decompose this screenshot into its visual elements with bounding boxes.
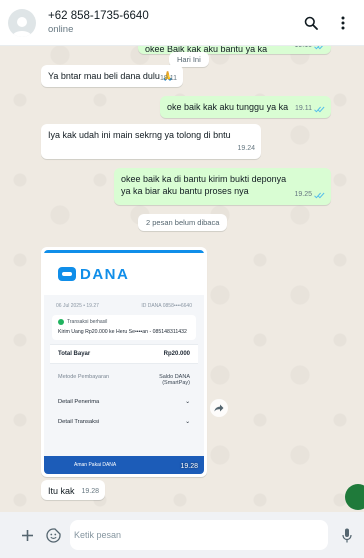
chat-header[interactable]: +62 858-1735-6640 online — [0, 0, 364, 46]
more-vertical-icon — [341, 16, 345, 29]
message-outgoing[interactable]: okee baik ka di bantu kirim bukti depony… — [114, 168, 331, 205]
sticker-icon — [45, 527, 61, 543]
receipt-status-text: Transaksi berhasil — [67, 319, 108, 325]
message-incoming[interactable]: Iya kak udah ini main sekrng ya tolong d… — [41, 124, 261, 159]
receipt-method-sub: (SmartPay) — [162, 380, 190, 386]
message-time: 19.11 — [295, 105, 312, 112]
receipt-detail-transaction: Detail Transaksi ⌄ — [58, 419, 190, 425]
dana-brand: DANA — [80, 265, 130, 283]
composer-bar — [0, 512, 364, 558]
search-button[interactable] — [296, 8, 326, 38]
forward-button[interactable] — [210, 399, 228, 417]
contact-status: online — [48, 24, 74, 35]
message-text: Itu kak — [48, 486, 75, 496]
dana-logo-icon — [58, 267, 76, 281]
read-receipt-icon — [314, 192, 325, 199]
message-time: 19.24 — [237, 145, 255, 152]
success-check-icon — [58, 319, 64, 325]
receipt-date: 06 Jul 2025 • 19.27 — [56, 303, 99, 309]
receipt-screenshot[interactable]: DANA 06 Jul 2025 • 19.27 ID DANA 0858•••… — [44, 250, 204, 474]
message-incoming[interactable]: Itu kak 19.28 — [41, 480, 105, 500]
message-input-wrapper[interactable] — [70, 520, 328, 550]
message-time: 19.28 — [81, 488, 99, 495]
contact-info[interactable]: +62 858-1735-6640 online — [48, 9, 296, 36]
receipt-meta: 06 Jul 2025 • 19.27 ID DANA 0858••••6640 — [44, 295, 204, 313]
image-message[interactable]: DANA 06 Jul 2025 • 19.27 ID DANA 0858•••… — [41, 247, 207, 477]
receipt-total-value: Rp20.000 — [163, 351, 190, 357]
receipt-method-label: Metode Pembayaran — [58, 374, 110, 380]
message-meta: 19.28 — [81, 486, 99, 498]
message-list[interactable]: okee Baik kak aku bantu ya ka 19.10 Hari… — [0, 36, 364, 512]
avatar[interactable] — [8, 8, 36, 37]
default-avatar-icon — [12, 16, 32, 37]
sticker-button[interactable] — [40, 522, 66, 548]
search-icon — [304, 16, 318, 30]
microphone-icon — [342, 528, 352, 542]
receipt-description: Kirim Uang Rp20.000 ke Heru Se••••an - 0… — [58, 329, 187, 335]
message-meta: 19.24 — [237, 143, 255, 155]
receipt-status-box: Transaksi berhasil Kirim Uang Rp20.000 k… — [52, 315, 196, 340]
message-time: 19.28 — [180, 463, 198, 470]
unread-messages-banner: 2 pesan belum dibaca — [138, 214, 228, 231]
contact-name: +62 858-1735-6640 — [48, 10, 149, 22]
receipt-status: Transaksi berhasil — [58, 319, 190, 325]
message-text: Ya bntar mau beli dana dulu 🙏 — [48, 71, 174, 81]
message-meta: 19.25 — [294, 189, 325, 201]
voice-message-button[interactable] — [334, 522, 360, 548]
message-text: oke baik kak aku tunggu ya ka — [167, 102, 289, 112]
message-text: okee baik ka di bantu kirim bukti depony… — [121, 174, 287, 196]
attach-button[interactable] — [14, 522, 40, 548]
floating-action-button[interactable] — [345, 484, 364, 510]
dana-header: DANA — [44, 250, 204, 295]
message-meta: 19.11 — [295, 103, 325, 115]
receipt-id: ID DANA 0858••••6640 — [141, 303, 192, 309]
read-receipt-icon — [314, 106, 325, 113]
receipt-total-row: Total Bayar Rp20.000 — [50, 344, 198, 364]
message-incoming[interactable]: Ya bntar mau beli dana dulu 🙏 19.11 — [41, 65, 183, 87]
chevron-down-icon: ⌄ — [185, 419, 190, 425]
message-time: 19.11 — [160, 75, 177, 82]
chevron-down-icon: ⌄ — [185, 399, 190, 405]
forward-icon — [214, 404, 224, 412]
plus-icon — [21, 529, 33, 541]
message-text: Iya kak udah ini main sekrng ya tolong d… — [48, 130, 231, 140]
message-outgoing[interactable]: oke baik kak aku tunggu ya ka 19.11 — [160, 96, 331, 118]
menu-button[interactable] — [328, 8, 358, 38]
message-input[interactable] — [70, 530, 328, 540]
message-meta: 19.11 — [160, 73, 177, 85]
receipt-total-label: Total Bayar — [58, 351, 91, 357]
receipt-method-row: Metode Pembayaran Saldo DANA (SmartPay) — [44, 368, 204, 392]
receipt-detail-receiver: Detail Penerima ⌄ — [58, 399, 190, 405]
message-time: 19.25 — [294, 191, 312, 198]
